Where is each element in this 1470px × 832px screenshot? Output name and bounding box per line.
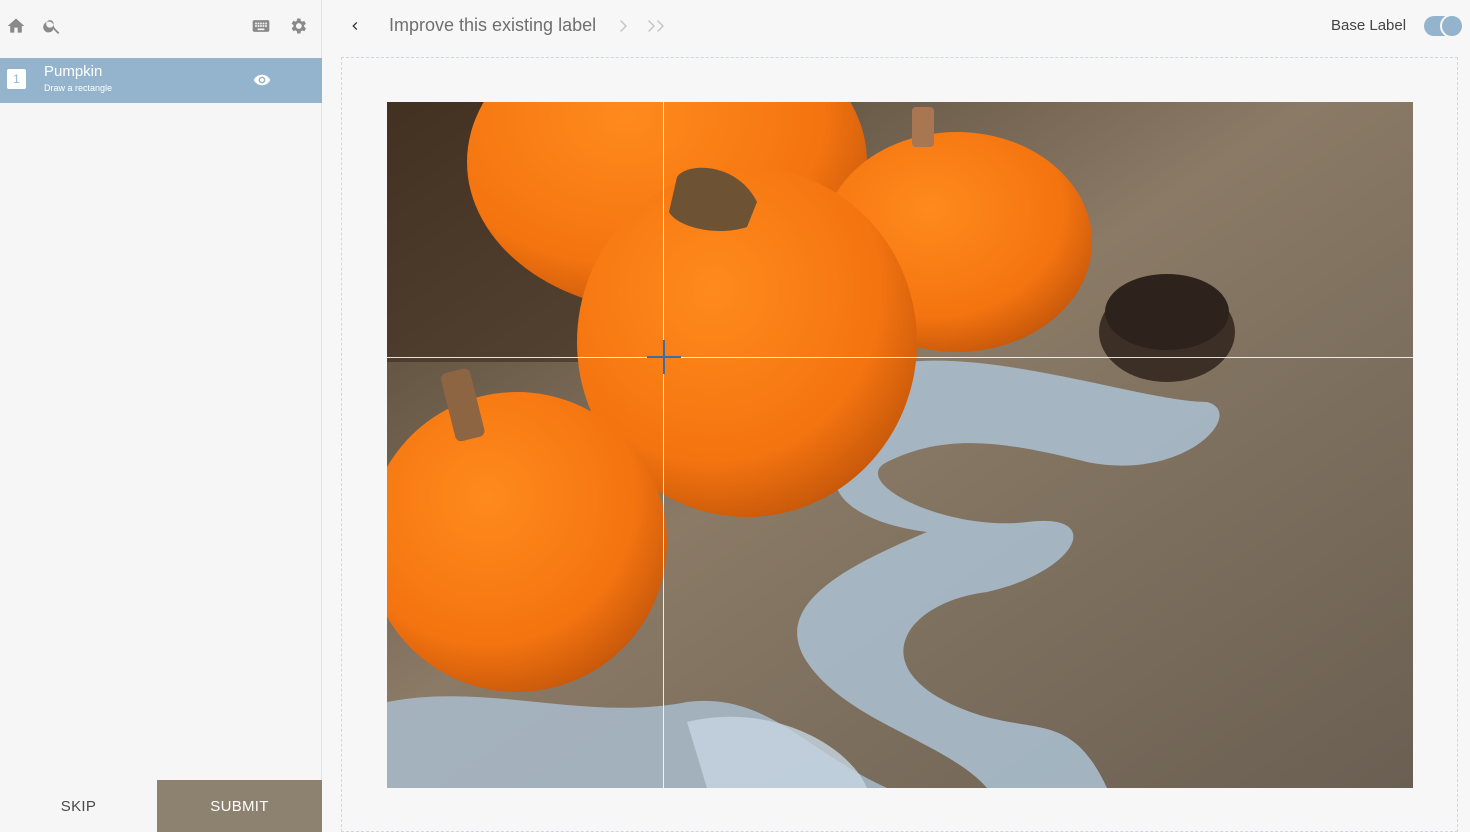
label-number: 1 — [7, 69, 26, 89]
label-instruction: Draw a rectangle — [44, 83, 113, 93]
skip-button[interactable]: SKIP — [0, 780, 157, 832]
skip-forward-icon[interactable] — [647, 16, 667, 36]
label-item-pumpkin[interactable]: 1 Pumpkin Draw a rectangle — [0, 58, 322, 103]
back-icon[interactable] — [343, 14, 367, 38]
crosshair-vertical — [663, 102, 664, 788]
labeling-app: 1 Pumpkin Draw a rectangle SKIP SUBMIT I… — [0, 0, 1470, 832]
base-label-toggle[interactable] — [1424, 14, 1464, 38]
label-name: Pumpkin — [44, 63, 103, 80]
pumpkin-photo — [387, 102, 1413, 788]
base-label-text: Base Label — [1331, 17, 1407, 34]
gear-icon[interactable] — [286, 14, 310, 38]
submit-button[interactable]: SUBMIT — [157, 780, 322, 832]
home-icon[interactable] — [4, 14, 28, 38]
search-icon[interactable] — [40, 14, 64, 38]
eye-icon[interactable] — [251, 69, 273, 91]
annotation-image[interactable] — [387, 102, 1413, 788]
sidebar: 1 Pumpkin Draw a rectangle SKIP SUBMIT — [0, 0, 322, 832]
header: Improve this existing label Base Label — [323, 0, 1470, 52]
sidebar-toolbar — [0, 0, 322, 52]
toggle-knob — [1440, 14, 1464, 38]
keyboard-icon[interactable] — [249, 14, 273, 38]
crosshair-cursor-icon — [647, 340, 681, 374]
crosshair-horizontal — [387, 357, 1413, 358]
next-icon[interactable] — [619, 16, 629, 36]
page-title: Improve this existing label — [389, 15, 597, 35]
